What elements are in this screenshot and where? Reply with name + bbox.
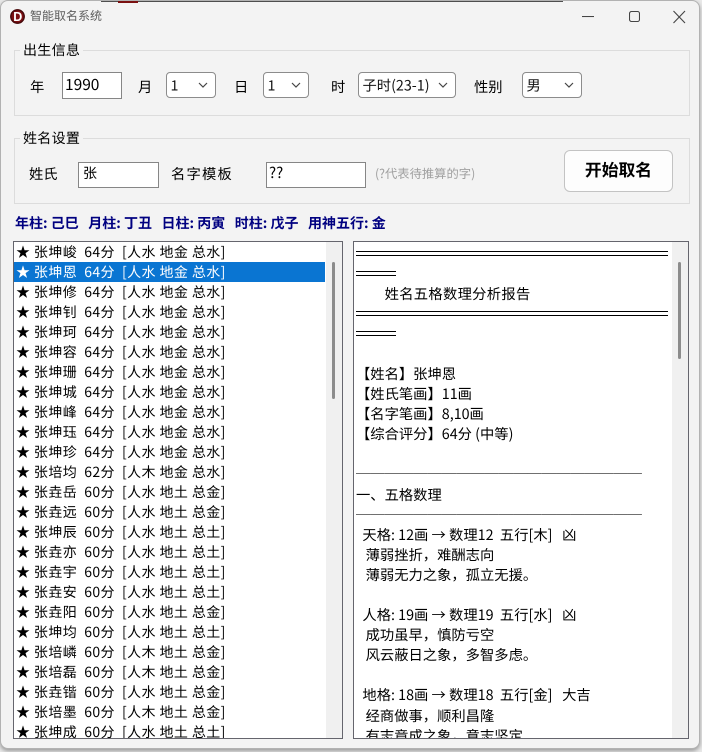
svg-text:D: D bbox=[13, 10, 22, 24]
